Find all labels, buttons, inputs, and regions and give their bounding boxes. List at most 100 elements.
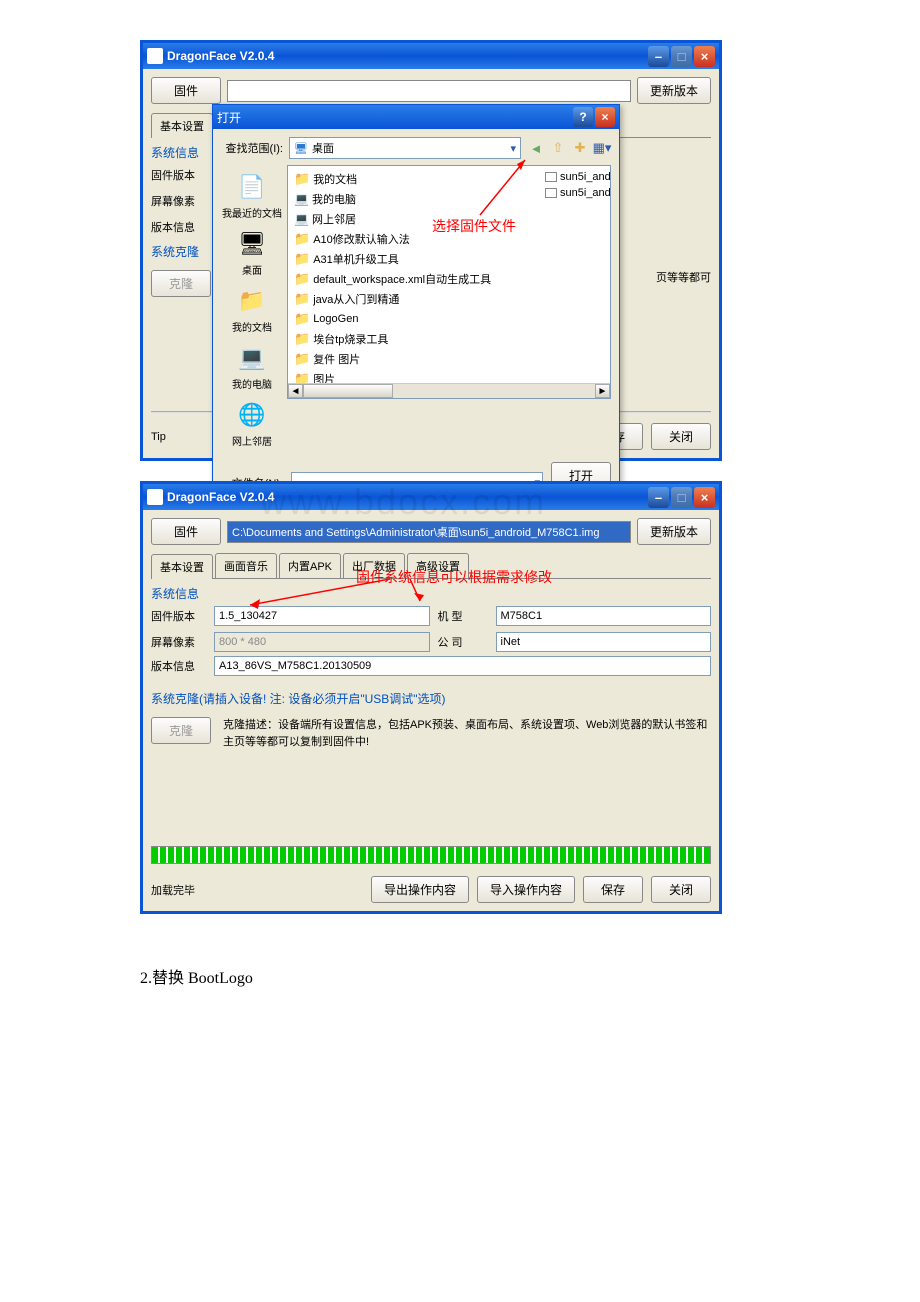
clone-button[interactable]: 克隆 — [151, 270, 211, 297]
firmware-path-input[interactable] — [227, 80, 631, 102]
folder-icon: 📁 — [294, 251, 310, 267]
file-name: sun5i_android_M758C1.img — [560, 171, 611, 183]
tabs: 基本设置 画面音乐 内置APK 出厂数据 高级设置 — [151, 553, 711, 579]
close-button[interactable]: 关闭 — [651, 423, 711, 450]
label-screen-px: 屏幕像素 — [151, 634, 206, 650]
maximize-icon[interactable]: □ — [671, 487, 692, 508]
file-list-area[interactable]: 📁我的文档💻我的电脑💻网上邻居📁A10修改默认输入法📁A31单机升级工具📁def… — [287, 165, 611, 399]
footer-section-heading: 2.替换 BootLogo — [140, 964, 780, 988]
open-dialog-titlebar: 打开 ? × — [213, 105, 619, 129]
file-item[interactable]: 📁复件 图片 — [292, 350, 533, 368]
file-item[interactable]: 📁埃台tp烧录工具 — [292, 330, 533, 348]
folder-icon: 📁 — [294, 311, 310, 327]
firmware-button[interactable]: 固件 — [151, 518, 221, 545]
open-file-dialog: 打开 ? × 查找范围(I): 🖥 桌面 ▾ ◄ ⇧ ✚ ▦▾ — [212, 104, 620, 545]
new-folder-icon[interactable]: ✚ — [571, 139, 589, 157]
desktop-place-icon: 🖥 — [236, 228, 268, 260]
file-item[interactable]: 📁A31单机升级工具 — [292, 250, 533, 268]
firmware-path-input[interactable] — [227, 521, 631, 543]
tab-advanced[interactable]: 高级设置 — [407, 553, 469, 578]
scroll-thumb[interactable] — [303, 384, 393, 398]
label-fw-version: 固件版本 — [151, 608, 206, 624]
firmware-button[interactable]: 固件 — [151, 77, 221, 104]
system-icon: 💻 — [294, 212, 309, 226]
folder-icon: 📁 — [294, 171, 310, 187]
file-item[interactable]: 💻我的电脑 — [292, 190, 533, 208]
file-name: A31单机升级工具 — [313, 251, 399, 267]
input-model[interactable] — [496, 606, 712, 626]
section-sysinfo-title: 系统信息 — [151, 585, 711, 602]
file-item[interactable]: sun5i_android_M758C1.img — [543, 170, 611, 184]
update-version-button[interactable]: 更新版本 — [637, 518, 711, 545]
lookin-dropdown[interactable]: 🖥 桌面 ▾ — [289, 137, 521, 159]
section-sysclone-full-title: 系统克隆(请插入设备! 注: 设备必须开启"USB调试"选项) — [151, 690, 711, 707]
img-file-icon — [545, 172, 557, 182]
input-ver-info[interactable] — [214, 656, 711, 676]
place-network[interactable]: 🌐网上邻居 — [232, 399, 272, 448]
file-name: 埃台tp烧录工具 — [313, 331, 388, 347]
place-mycomputer[interactable]: 💻我的电脑 — [232, 342, 272, 391]
scroll-left-icon[interactable]: ◄ — [288, 384, 303, 398]
file-item[interactable]: 💻网上邻居 — [292, 210, 533, 228]
lookin-label: 查找范围(I): — [221, 140, 283, 156]
tab-apk[interactable]: 内置APK — [279, 553, 341, 578]
back-icon[interactable]: ◄ — [527, 139, 545, 157]
window-title: DragonFace V2.0.4 — [167, 49, 648, 63]
status-label: 加载完毕 — [151, 882, 363, 898]
desktop-icon: 🖥 — [294, 142, 308, 155]
update-version-button[interactable]: 更新版本 — [637, 77, 711, 104]
mydocs-icon: 📁 — [236, 285, 268, 317]
folder-icon: 📁 — [294, 331, 310, 347]
file-item[interactable]: 📁A10修改默认输入法 — [292, 230, 533, 248]
import-button[interactable]: 导入操作内容 — [477, 876, 575, 903]
minimize-icon[interactable]: – — [648, 487, 669, 508]
close-icon[interactable]: × — [694, 46, 715, 67]
input-screen-px[interactable] — [214, 632, 430, 652]
minimize-icon[interactable]: – — [648, 46, 669, 67]
label-model: 机 型 — [438, 608, 488, 624]
label-fw-version: 固件版本 — [151, 167, 206, 183]
place-mydocs[interactable]: 📁我的文档 — [232, 285, 272, 334]
tab-music[interactable]: 画面音乐 — [215, 553, 277, 578]
file-item[interactable]: 📁default_workspace.xml自动生成工具 — [292, 270, 533, 288]
network-icon: 🌐 — [236, 399, 268, 431]
app-icon — [147, 489, 163, 505]
titlebar: DragonFace V2.0.4 – □ × — [143, 43, 719, 69]
lookin-value: 桌面 — [312, 140, 334, 156]
label-ver-info: 版本信息 — [151, 658, 206, 674]
dialog-close-icon[interactable]: × — [595, 107, 615, 127]
horizontal-scrollbar[interactable]: ◄ ► — [288, 383, 610, 398]
tab-basic[interactable]: 基本设置 — [151, 113, 213, 138]
place-recent[interactable]: 📄我最近的文档 — [222, 171, 282, 220]
label-company: 公 司 — [438, 634, 488, 650]
export-button[interactable]: 导出操作内容 — [371, 876, 469, 903]
close-icon[interactable]: × — [694, 487, 715, 508]
scroll-right-icon[interactable]: ► — [595, 384, 610, 398]
view-menu-icon[interactable]: ▦▾ — [593, 139, 611, 157]
file-item[interactable]: 📁我的文档 — [292, 170, 533, 188]
label-screen-px: 屏幕像素 — [151, 193, 206, 209]
chevron-down-icon[interactable]: ▾ — [510, 142, 516, 155]
file-name: A10修改默认输入法 — [313, 231, 410, 247]
file-name: default_workspace.xml自动生成工具 — [313, 271, 491, 287]
file-name: java从入门到精通 — [313, 291, 399, 307]
file-item[interactable]: 📁LogoGen — [292, 310, 533, 328]
input-company[interactable] — [496, 632, 712, 652]
file-item[interactable]: sun5i_android_M901C.img — [543, 186, 611, 200]
up-folder-icon[interactable]: ⇧ — [549, 139, 567, 157]
img-file-icon — [545, 188, 557, 198]
input-fw-version[interactable] — [214, 606, 430, 626]
help-icon[interactable]: ? — [573, 107, 593, 127]
place-desktop[interactable]: 🖥桌面 — [236, 228, 268, 277]
file-item[interactable]: 📁java从入门到精通 — [292, 290, 533, 308]
places-bar: 📄我最近的文档 🖥桌面 📁我的文档 💻我的电脑 🌐网上邻居 — [221, 165, 283, 454]
open-dialog-title: 打开 — [217, 109, 573, 126]
folder-icon: 📁 — [294, 291, 310, 307]
save-button[interactable]: 保存 — [583, 876, 643, 903]
tab-factory[interactable]: 出厂数据 — [343, 553, 405, 578]
maximize-icon[interactable]: □ — [671, 46, 692, 67]
file-name: 我的文档 — [313, 171, 357, 187]
close-button[interactable]: 关闭 — [651, 876, 711, 903]
tab-basic[interactable]: 基本设置 — [151, 554, 213, 579]
clone-button[interactable]: 克隆 — [151, 717, 211, 744]
